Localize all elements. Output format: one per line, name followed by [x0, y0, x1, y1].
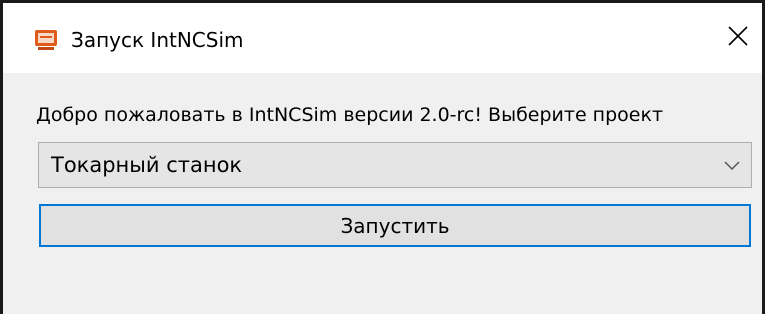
close-icon[interactable] [727, 25, 749, 51]
run-button-label: Запустить [340, 213, 450, 238]
monitor-icon [34, 28, 58, 52]
close-button[interactable] [715, 15, 761, 61]
chevron-down-icon[interactable] [723, 157, 741, 173]
run-button[interactable]: Запустить [39, 204, 751, 247]
project-select[interactable]: Токарный станок [38, 142, 752, 188]
welcome-label: Добро пожаловать в IntNCSim версии 2.0-r… [36, 104, 664, 126]
title-bar: Запуск IntNCSim [3, 3, 762, 73]
project-select-value: Токарный станок [51, 153, 243, 177]
window-title: Запуск IntNCSim [71, 28, 244, 52]
launcher-window: Запуск IntNCSim Добро пожаловать в IntNC… [0, 0, 765, 314]
